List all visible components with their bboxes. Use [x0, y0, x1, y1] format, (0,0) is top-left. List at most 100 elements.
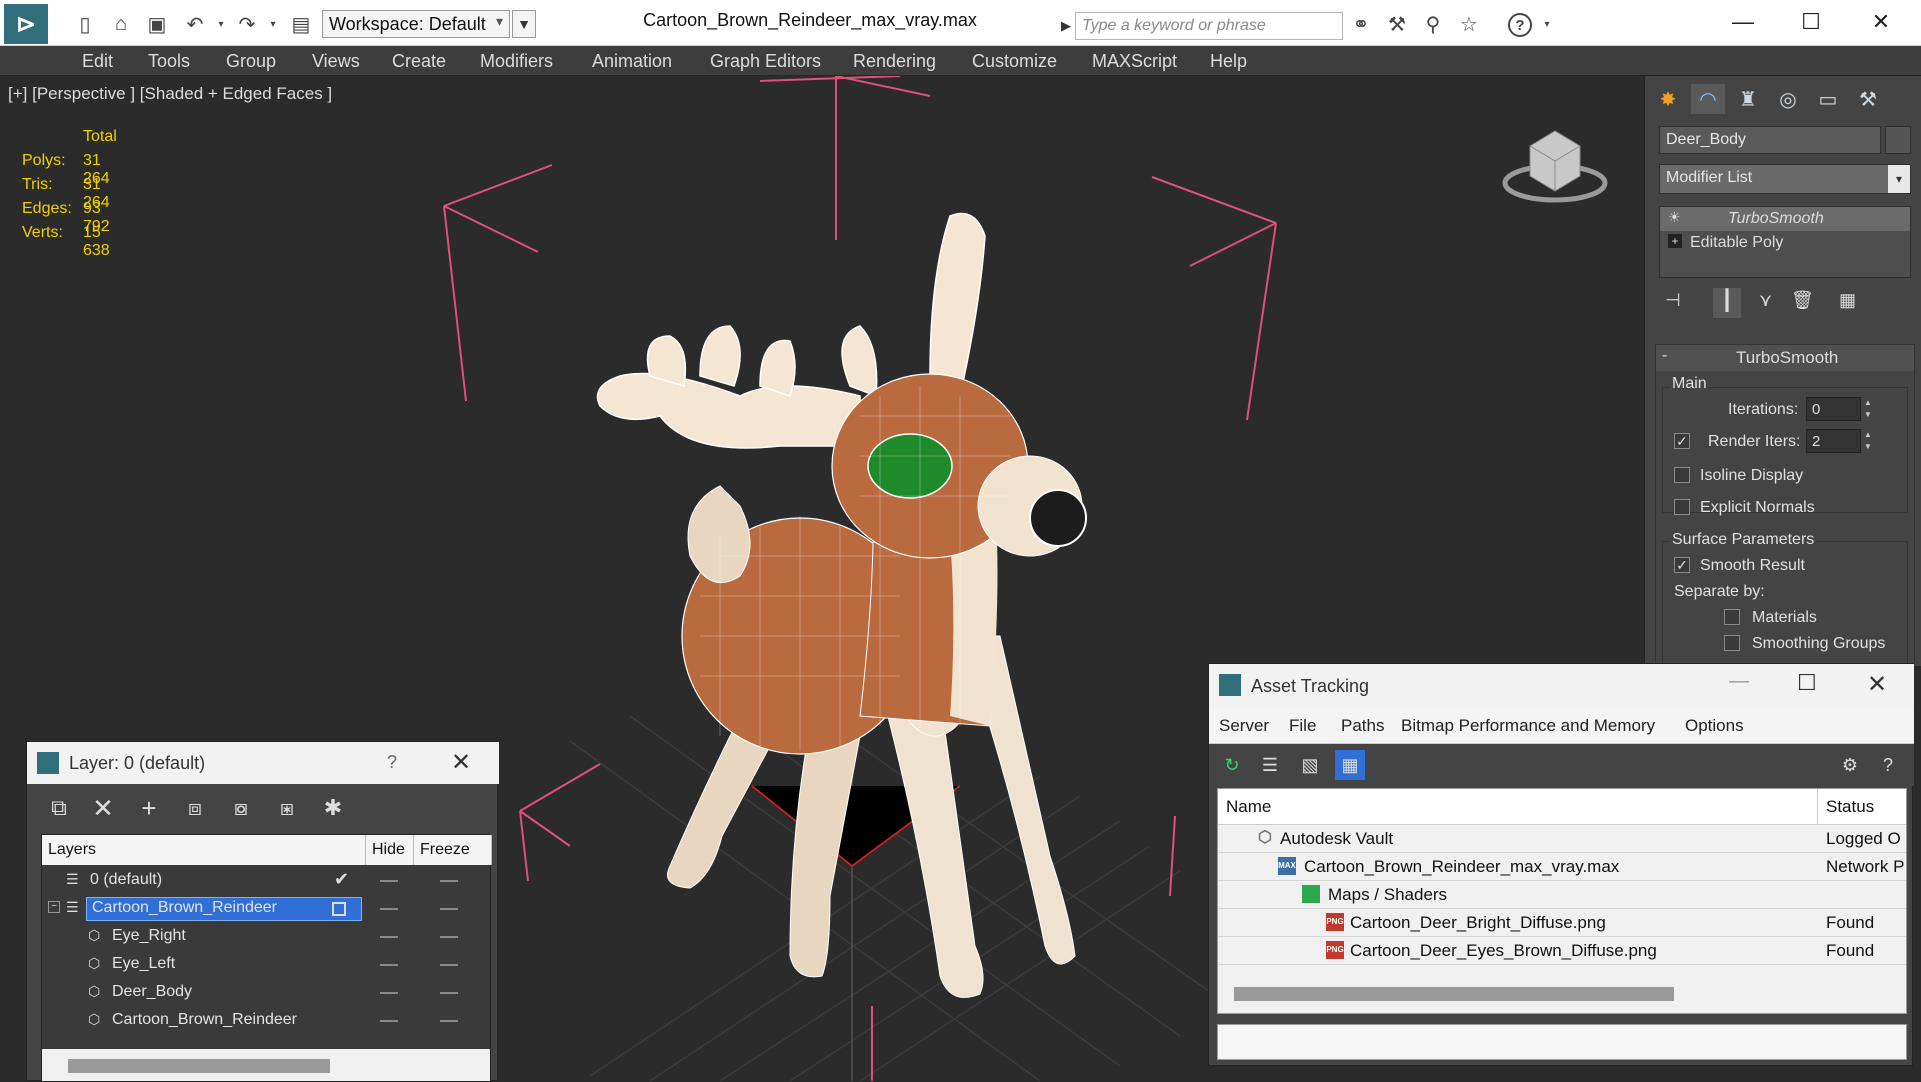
help-button[interactable]: ? — [387, 752, 397, 773]
stack-item-turbosmooth[interactable]: ☀ TurboSmooth — [1660, 207, 1910, 231]
hierarchy-tab-icon[interactable]: ♜ — [1731, 84, 1765, 114]
signin-icon[interactable]: ⚲ — [1420, 11, 1446, 37]
maximize-button[interactable]: ☐ — [1786, 6, 1836, 38]
expand-plus-icon[interactable]: + — [1668, 234, 1682, 248]
viewport-label[interactable]: [+] [Perspective ] [Shaded + Edged Faces… — [8, 84, 332, 104]
search-input[interactable]: Type a keyword or phrase — [1075, 12, 1343, 40]
hide-toggle[interactable] — [380, 1020, 398, 1022]
object-color-swatch[interactable] — [1885, 126, 1911, 154]
layer-row[interactable]: ☰ 0 (default) ✔ — [42, 867, 492, 895]
stack-item-editable-poly[interactable]: + Editable Poly — [1660, 231, 1910, 255]
menu-rendering[interactable]: Rendering — [853, 51, 936, 72]
help-icon[interactable]: ? — [1873, 750, 1903, 780]
horizontal-scrollbar[interactable] — [1234, 987, 1674, 1001]
freeze-toggle[interactable] — [440, 936, 458, 938]
menu-animation[interactable]: Animation — [592, 51, 672, 72]
asset-menu-paths[interactable]: Paths — [1341, 716, 1384, 736]
hide-toggle[interactable] — [380, 908, 398, 910]
modify-tab-icon[interactable]: ◠ — [1691, 84, 1725, 114]
add-to-layer-icon[interactable]: + — [133, 791, 165, 825]
workspace-dropdown[interactable]: Workspace: Default ▾ — [322, 10, 510, 38]
table-view-icon[interactable]: ▦ — [1335, 750, 1365, 780]
render-iters-spinner-arrows[interactable]: ▲ ▼ — [1862, 429, 1874, 453]
save-icon[interactable]: ▣ — [144, 11, 170, 37]
redo-icon[interactable]: ↷ — [234, 11, 260, 37]
asset-menu-server[interactable]: Server — [1219, 716, 1269, 736]
binoculars-icon[interactable]: ⚭ — [1348, 11, 1374, 37]
modifier-list-dropdown[interactable]: Modifier List ▾ — [1659, 164, 1911, 194]
layer-row[interactable]: ⬡ Eye_Left — [42, 951, 492, 979]
object-name-field[interactable]: Deer_Body — [1659, 126, 1881, 154]
smooth-result-checkbox[interactable]: ✓ — [1674, 557, 1690, 573]
new-file-icon[interactable]: ▯ — [72, 11, 98, 37]
menu-maxscript[interactable]: MAXScript — [1092, 51, 1177, 72]
column-header-layers[interactable]: Layers — [42, 835, 366, 865]
current-layer-box-icon[interactable] — [332, 902, 346, 916]
workspace-options-button[interactable]: ▼ — [512, 10, 536, 38]
thumbnail-view-icon[interactable]: ▧ — [1295, 750, 1325, 780]
layer-row[interactable]: ⬡ Eye_Right — [42, 923, 492, 951]
select-objects-icon[interactable]: ⧈ — [179, 791, 211, 825]
layer-row[interactable]: − ☰ Cartoon_Brown_Reindeer — [42, 895, 492, 923]
remove-modifier-icon[interactable]: 🗑 — [1791, 290, 1814, 311]
hide-toggle[interactable] — [380, 964, 398, 966]
freeze-toggle[interactable] — [440, 880, 458, 882]
make-unique-icon[interactable]: ⋎ — [1759, 290, 1772, 311]
asset-row[interactable]: Maps / Shaders — [1218, 881, 1906, 909]
menu-graph-editors[interactable]: Graph Editors — [710, 51, 821, 72]
explicit-normals-checkbox[interactable] — [1674, 499, 1690, 515]
tools-icon[interactable]: ⚒ — [1384, 11, 1410, 37]
close-button[interactable]: ✕ — [1856, 6, 1906, 38]
menu-create[interactable]: Create — [392, 51, 446, 72]
column-header-hide[interactable]: Hide — [366, 835, 414, 865]
menu-customize[interactable]: Customize — [972, 51, 1057, 72]
asset-row[interactable]: MAX Cartoon_Brown_Reindeer_max_vray.max … — [1218, 853, 1906, 881]
menu-modifiers[interactable]: Modifiers — [480, 51, 553, 72]
hide-toggle[interactable] — [380, 992, 398, 994]
open-file-icon[interactable]: ⌂ — [108, 11, 134, 37]
render-iters-checkbox[interactable]: ✓ — [1674, 433, 1690, 449]
isoline-display-checkbox[interactable] — [1674, 467, 1690, 483]
layer-window-titlebar[interactable]: Layer: 0 (default) ? ✕ — [27, 742, 499, 784]
minimize-button[interactable]: — — [1718, 6, 1768, 38]
menu-views[interactable]: Views — [312, 51, 360, 72]
close-button[interactable]: ✕ — [1867, 670, 1887, 699]
render-iters-spinner[interactable]: 2 — [1806, 429, 1861, 453]
horizontal-scrollbar[interactable] — [68, 1059, 330, 1073]
refresh-icon[interactable]: ↻ — [1217, 750, 1247, 780]
asset-menu-bitmap-performance[interactable]: Bitmap Performance and Memory — [1401, 716, 1655, 736]
asset-menu-options[interactable]: Options — [1685, 716, 1744, 736]
freeze-all-icon[interactable]: ✱ — [317, 791, 349, 825]
highlight-selected-icon[interactable]: ⧇ — [225, 791, 257, 825]
help-dropdown-icon[interactable]: ▾ — [1534, 11, 1560, 37]
project-folder-icon[interactable]: ▤ — [288, 11, 314, 37]
minimize-button[interactable]: — — [1729, 670, 1749, 693]
asset-menu-file[interactable]: File — [1289, 716, 1316, 736]
asset-window-titlebar[interactable]: Asset Tracking — ☐ ✕ — [1209, 664, 1914, 708]
configure-sets-icon[interactable]: ▦ — [1839, 290, 1856, 311]
iterations-spinner[interactable]: 0 — [1806, 397, 1861, 421]
redo-dropdown-icon[interactable]: ▾ — [260, 11, 286, 37]
hide-toggle[interactable] — [380, 936, 398, 938]
smoothing-groups-checkbox[interactable] — [1724, 635, 1740, 651]
utilities-tab-icon[interactable]: ⚒ — [1851, 84, 1885, 114]
app-logo-icon[interactable]: ⊳ — [4, 4, 48, 44]
freeze-toggle[interactable] — [440, 1020, 458, 1022]
create-tab-icon[interactable]: ✸ — [1651, 84, 1685, 114]
reindeer-model[interactable] — [596, 212, 1087, 998]
column-header-freeze[interactable]: Freeze — [414, 835, 492, 865]
menu-edit[interactable]: Edit — [82, 51, 113, 72]
favorites-star-icon[interactable]: ☆ — [1456, 11, 1482, 37]
freeze-toggle[interactable] — [440, 908, 458, 910]
server-help-icon[interactable]: ⚙ — [1835, 750, 1865, 780]
materials-checkbox[interactable] — [1724, 609, 1740, 625]
layer-row[interactable]: ⬡ Cartoon_Brown_Reindeer — [42, 1007, 492, 1035]
display-tab-icon[interactable]: ▭ — [1811, 84, 1845, 114]
asset-row[interactable]: PNG Cartoon_Deer_Eyes_Brown_Diffuse.png … — [1218, 937, 1906, 965]
motion-tab-icon[interactable]: ◎ — [1771, 84, 1805, 114]
undo-dropdown-icon[interactable]: ▾ — [208, 11, 234, 37]
delete-layer-icon[interactable]: ✕ — [87, 791, 119, 825]
hide-toggle[interactable] — [380, 880, 398, 882]
view-cube[interactable] — [1502, 130, 1608, 203]
rollout-header[interactable]: - TurboSmooth — [1656, 345, 1914, 371]
